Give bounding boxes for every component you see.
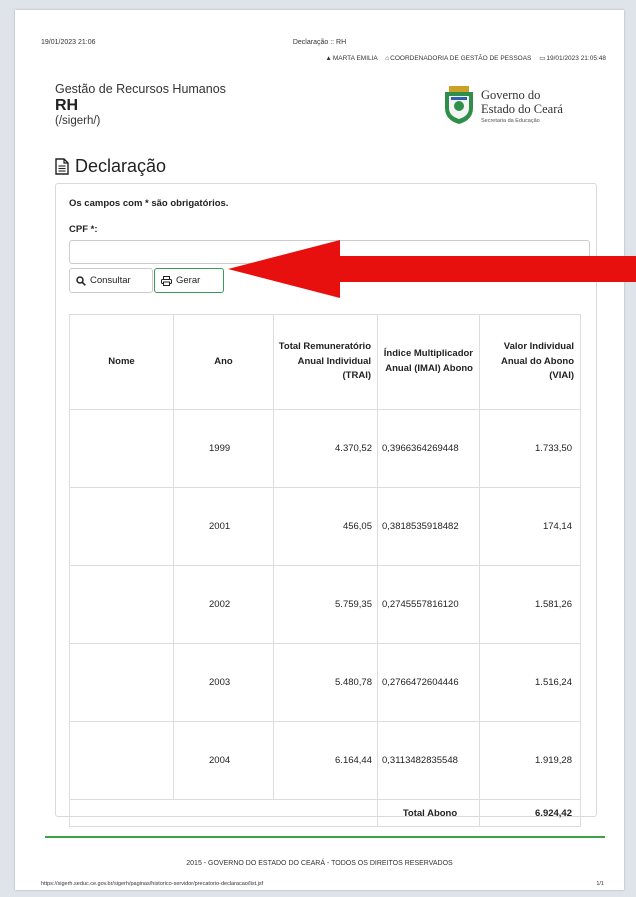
gov-logo-line3: Secretaria da Educação [481, 118, 540, 124]
print-datetime: 19/01/2023 21:05:48 [546, 55, 606, 62]
print-title: Declaração :: RH [292, 39, 347, 46]
table-row: 2004 6.164,44 0,3113482835548 1.919,28 [69, 721, 581, 800]
cell-viai: 1.919,28 [479, 721, 581, 800]
cpf-label: CPF *: [69, 224, 98, 235]
printed-page: 19/01/2023 21:06 Declaração :: RH ▲MARTA… [15, 10, 624, 890]
table-row: 1999 4.370,52 0,3966364269448 1.733,50 [69, 409, 581, 488]
gov-logo-line1: Governo do [481, 88, 541, 102]
app-short-name: RH [55, 97, 79, 114]
app-brand: Gestão de Recursos Humanos RH (/sigerh/) [55, 82, 226, 127]
cell-ano: 2003 [173, 643, 274, 722]
table-header-row: Nome Ano Total Remuneratório Anual Indiv… [69, 314, 581, 410]
abono-table: Nome Ano Total Remuneratório Anual Indiv… [69, 314, 581, 827]
cell-imai: 0,3818535918482 [377, 487, 480, 566]
footer-copyright: 2015 - GOVERNO DO ESTADO DO CEARÁ - TODO… [186, 860, 453, 867]
user-name: MARTA EMILIA [332, 55, 378, 62]
consultar-button[interactable]: Consultar [69, 268, 153, 293]
cell-imai: 0,2766472604446 [377, 643, 480, 722]
cell-viai: 174,14 [479, 487, 581, 566]
consultar-label: Consultar [90, 275, 131, 286]
cell-viai: 1.733,50 [479, 409, 581, 488]
required-fields-note: Os campos com * são obrigatórios. [69, 198, 229, 209]
cell-ano: 1999 [173, 409, 274, 488]
cell-trai: 5.480,78 [273, 643, 378, 722]
table-row: 2001 456,05 0,3818535918482 174,14 [69, 487, 581, 566]
cell-viai: 1.581,26 [479, 565, 581, 644]
home-icon: ⌂ [385, 55, 390, 62]
user-icon: ▲ [325, 55, 332, 62]
cell-nome [69, 487, 174, 566]
footer-url: https://sigerh.seduc.ce.gov.br/sigerh/pa… [41, 881, 264, 887]
total-label: Total Abono [377, 799, 480, 827]
total-value: 6.924,42 [479, 799, 581, 827]
cell-ano: 2004 [173, 721, 274, 800]
cell-viai: 1.516,24 [479, 643, 581, 722]
page-title-text: Declaração [75, 156, 167, 176]
department-name: COORDENADORIA DE GESTÃO DE PESSOAS [390, 55, 532, 62]
table-total-row: Total Abono 6.924,42 [69, 799, 581, 827]
app-name: Gestão de Recursos Humanos [55, 82, 226, 96]
cell-nome [69, 721, 174, 800]
calendar-icon: ▭ [539, 55, 546, 62]
total-spacer [69, 799, 378, 827]
app-path: (/sigerh/) [55, 115, 101, 127]
header-trai: Total Remuneratório Anual Individual (TR… [273, 314, 378, 410]
cell-trai: 5.759,35 [273, 565, 378, 644]
footer-page-number: 1/1 [596, 881, 604, 887]
footer-divider [45, 836, 605, 838]
table-row: 2002 5.759,35 0,2745557816120 1.581,26 [69, 565, 581, 644]
cell-ano: 2001 [173, 487, 274, 566]
header-nome: Nome [69, 314, 174, 410]
print-icon [161, 275, 172, 286]
print-header: 19/01/2023 21:06 Declaração :: RH ▲MARTA… [15, 10, 624, 70]
cell-trai: 456,05 [273, 487, 378, 566]
header-imai: Índice Multiplicador Anual (IMAI) Abono [377, 314, 480, 410]
cell-nome [69, 409, 174, 488]
cell-trai: 6.164,44 [273, 721, 378, 800]
print-meta: ▲MARTA EMILIA ⌂COORDENADORIA DE GESTÃO D… [319, 54, 606, 62]
page-title: Declaração [55, 156, 166, 177]
government-logo: Governo do Estado do Ceará Secretaria da… [443, 86, 603, 128]
cell-nome [69, 565, 174, 644]
header-ano: Ano [173, 314, 274, 410]
cell-imai: 0,3966364269448 [377, 409, 480, 488]
table-row: 2003 5.480,78 0,2766472604446 1.516,24 [69, 643, 581, 722]
cell-nome [69, 643, 174, 722]
cell-trai: 4.370,52 [273, 409, 378, 488]
header-viai: Valor Individual Anual do Abono (VIAI) [479, 314, 581, 410]
red-arrow-annotation [228, 240, 636, 298]
cell-imai: 0,2745557816120 [377, 565, 480, 644]
state-crest-icon [445, 86, 473, 124]
gerar-button[interactable]: Gerar [154, 268, 224, 293]
gov-logo-line2: Estado do Ceará [481, 102, 563, 116]
cell-imai: 0,3113482835548 [377, 721, 480, 800]
cell-ano: 2002 [173, 565, 274, 644]
document-icon [55, 158, 69, 175]
search-icon [76, 275, 86, 286]
gerar-label: Gerar [176, 275, 201, 286]
